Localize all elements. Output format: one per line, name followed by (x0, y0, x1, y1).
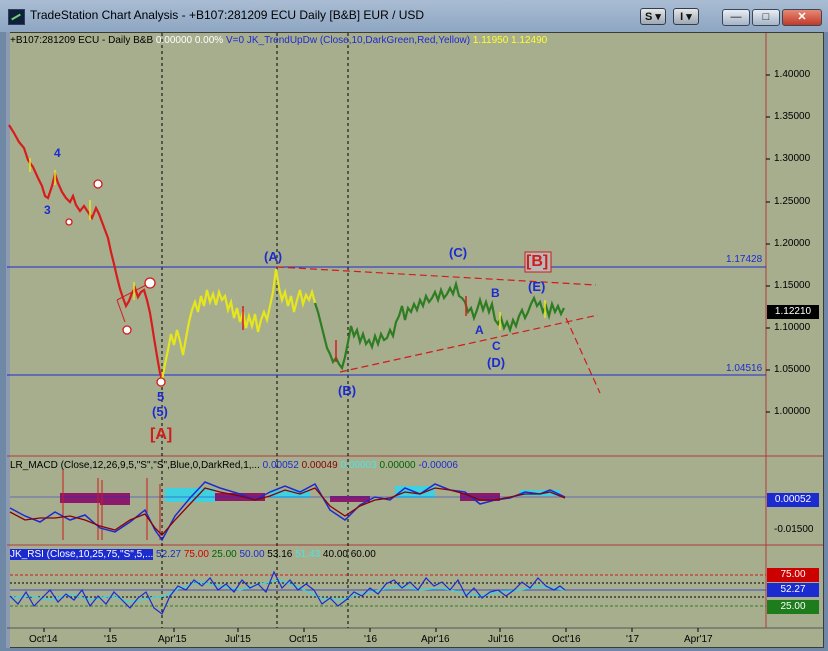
price-axis-label: 1.40000 (774, 69, 811, 80)
main-pane-legend: +B107:281209 ECU - Daily B&B 0.00000 0.0… (10, 35, 548, 46)
price-axis-label: 1.15000 (774, 280, 811, 291)
wave-label-c: (C) (449, 245, 468, 260)
price-axis-label: 1.35000 (774, 111, 811, 122)
wave-label-b-small: B (491, 286, 500, 300)
wave-label-a-box: [A] (150, 426, 173, 443)
time-axis-label: Apr'16 (421, 634, 450, 645)
wave-label-5: 5 (157, 389, 165, 404)
price-axis-label: 1.00000 (774, 406, 811, 417)
time-axis-label: Jul'16 (488, 634, 514, 645)
time-axis-label: '17 (626, 634, 640, 645)
macd-pane-legend: LR_MACD (Close,12,26,9,5,"S","S",Blue,0,… (10, 460, 458, 471)
wave-label-a-top: (A) (264, 249, 283, 264)
time-axis-label: '16 (364, 634, 378, 645)
time-axis-label: '15 (104, 634, 118, 645)
wave-label-b-box: [B] (526, 253, 549, 270)
time-axis-label: Apr'17 (684, 634, 713, 645)
time-axis-label: Apr'15 (158, 634, 187, 645)
wave-label-e: (E) (528, 279, 546, 294)
rsi-value-tag: 52.27 (767, 583, 819, 597)
time-axis-label: Oct'14 (29, 634, 58, 645)
wave-label-d: (D) (487, 355, 506, 370)
level-high-label: 1.17428 (726, 254, 763, 265)
last-price-tag: 1.12210 (767, 305, 819, 319)
level-low-label: 1.04516 (726, 363, 763, 374)
price-axis-label: 1.25000 (774, 196, 811, 207)
price-axis-label: 1.10000 (774, 322, 811, 333)
macd-axis-label: -0.01500 (774, 524, 814, 535)
time-axis-label: Oct'16 (552, 634, 581, 645)
wave-label-c-small: C (492, 339, 501, 353)
wave-label-5-paren: (5) (152, 404, 168, 419)
price-axis-label: 1.20000 (774, 238, 811, 249)
time-axis-label: Oct'15 (289, 634, 318, 645)
rsi-pane-legend: JK_RSI (Close,10,25,75,"S",5,... 52.27 7… (10, 549, 376, 560)
rsi-lower-tag: 25.00 (767, 600, 819, 614)
time-axis-label: Jul'15 (225, 634, 251, 645)
wave-label-a-small: A (475, 323, 484, 337)
macd-value-tag: 0.00052 (767, 493, 819, 507)
rsi-upper-tag: 75.00 (767, 568, 819, 582)
wave-label-b-paren: (B) (338, 383, 357, 398)
price-axis-label: 1.30000 (774, 153, 811, 164)
wave-label-4: 4 (54, 146, 61, 160)
wave-label-3: 3 (44, 203, 51, 217)
price-axis-label: 1.05000 (774, 364, 811, 375)
